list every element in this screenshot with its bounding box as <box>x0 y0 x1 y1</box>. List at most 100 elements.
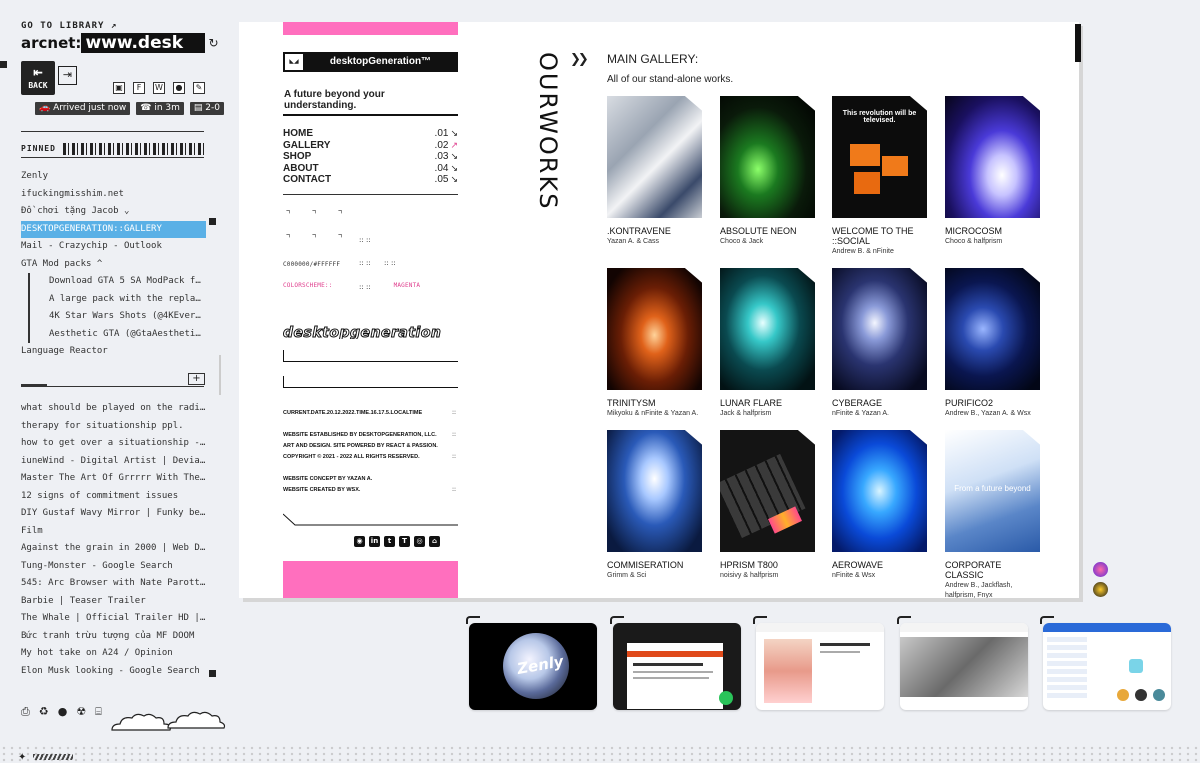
pinned-item-active[interactable]: DESKTOPGENERATION::GALLERY <box>21 220 206 238</box>
site-brand[interactable]: ◣◢ desktopGeneration™ <box>283 52 458 72</box>
forward-button[interactable]: ⇥ <box>58 66 77 85</box>
pinned-item[interactable]: Zenly <box>21 168 206 186</box>
pinned-subitem[interactable]: Aesthetic GTA (@GtaAesthetic) / Twi... <box>28 325 206 343</box>
gallery-card[interactable]: From a future beyond CORPORATE CLASSIC A… <box>945 430 1040 598</box>
menu-about[interactable]: ABOUT .04 ↘ <box>283 163 458 175</box>
recycle-icon[interactable]: ♻ <box>39 705 49 719</box>
pinned-item[interactable]: ifuckingmisshim.net <box>21 186 206 204</box>
card-author: Mikyoku & nFinite & Yazan A. <box>607 410 699 417</box>
gallery-card[interactable]: HPRISM T800 noisivy & halfprism <box>720 430 815 581</box>
tab-item[interactable]: therapy for situationship ppl. <box>21 418 206 436</box>
tab-item[interactable]: what should be played on the radio — eur… <box>21 400 206 418</box>
arrow-down-right-icon: ↘ <box>450 128 458 138</box>
store-icon[interactable]: ⌂ <box>429 536 440 547</box>
tab-item[interactable]: Against the grain in 2000 | Web Design .… <box>21 540 206 558</box>
sidebar: GO TO LIBRARY ↗ arcnet: www.desk ↻ ⇤ BAC… <box>0 0 232 763</box>
pinned-item[interactable]: Language Reactor <box>21 343 206 361</box>
pinned-folder[interactable]: Đồ chơi tặng Jacob ⌄ <box>21 203 206 221</box>
back-button[interactable]: ⇤ BACK <box>21 61 55 95</box>
preview-line <box>633 663 703 666</box>
gallery-card[interactable]: CYBERAGE nFinite & Yazan A. <box>832 268 927 419</box>
menu-contact[interactable]: CONTACT .05 ↘ <box>283 174 458 186</box>
tab-item[interactable]: Bức tranh trừu tượng của MF DOOM <box>21 628 206 646</box>
window-scrollbar[interactable] <box>1075 24 1081 62</box>
wikipedia-icon[interactable]: W <box>153 82 165 94</box>
gallery-card[interactable]: LUNAR FLARE Jack & halfprism <box>720 268 815 419</box>
orange-tv-block <box>854 172 880 194</box>
gallery-card[interactable]: PURIFICO2 Andrew B., Yazan A. & Wsx <box>945 268 1040 419</box>
menu-gallery[interactable]: GALLERY .02 ↗ <box>283 140 458 152</box>
image-icon[interactable]: ▣ <box>113 82 125 94</box>
tab-item[interactable]: DIY Gustaf Wavy Mirror | Funky bedroom..… <box>21 505 206 523</box>
preview-image <box>900 637 1028 697</box>
tab-item[interactable]: 545: Arc Browser with Nate Parott - Sho.… <box>21 575 206 593</box>
tab-preview-zenly[interactable]: Zenly <box>469 623 597 710</box>
scrollbar[interactable] <box>219 355 221 395</box>
user-avatar[interactable] <box>1093 562 1108 577</box>
pinned-subitem[interactable]: Download GTA 5 SA ModPack for GTA... <box>28 273 206 291</box>
gallery-card[interactable]: TRINITYSM Mikyoku & nFinite & Yazan A. <box>607 268 702 419</box>
linkedin-icon[interactable]: in <box>369 536 380 547</box>
card-title: TRINITYSM <box>607 398 656 408</box>
pinned-item[interactable]: Mail - Crazychip - Outlook <box>21 238 206 256</box>
tab-preview-gallery[interactable] <box>900 623 1028 710</box>
tab-item[interactable]: My hot take on A24 / Opinion <box>21 645 206 663</box>
pinned-folder[interactable]: GTA Mod packs ^ <box>21 256 206 274</box>
radiation-icon[interactable]: ☢ <box>76 705 86 719</box>
gallery-card[interactable]: ABSOLUTE NEON Choco & Jack <box>720 96 815 247</box>
url-bar[interactable]: arcnet: www.desk ↻ <box>21 32 219 54</box>
colorscheme-value[interactable]: MAGENTA <box>394 282 421 289</box>
tab-item[interactable]: The Whale | Official Trailer HD | A24 <box>21 610 206 628</box>
tab-item[interactable]: Elon Musk looking - Google Search <box>21 663 206 681</box>
creator-credit: WEBSITE CREATED BY WSX. <box>283 487 361 493</box>
user-avatar[interactable] <box>1093 582 1108 597</box>
menu-shop[interactable]: SHOP .03 ↘ <box>283 151 458 163</box>
go-to-library-link[interactable]: GO TO LIBRARY ↗ <box>21 21 117 31</box>
gallery-card[interactable]: MICROCOSM Choco & halfprism <box>945 96 1040 247</box>
reload-icon[interactable]: ↻ <box>208 36 218 50</box>
score-text: 2-0 <box>205 103 220 113</box>
card-author: noisivy & halfprism <box>720 572 779 579</box>
gallery-card[interactable]: COMMISERATION Grimm & Sci <box>607 430 702 581</box>
tab-item[interactable]: Tung-Monster - Google Search <box>21 558 206 576</box>
map-pin-icon[interactable]: ● <box>173 82 185 94</box>
tab-item[interactable]: how to get over a situationship - Google… <box>21 435 206 453</box>
card-title: WELCOME TO THE ::SOCIAL <box>832 226 914 246</box>
gallery-card[interactable]: This revolution will be televised. WELCO… <box>832 96 927 257</box>
instagram-icon[interactable]: ◎ <box>414 536 425 547</box>
pink-bar-bottom <box>283 561 458 598</box>
preview-topbar <box>756 623 884 632</box>
tab-item[interactable]: 12 signs of commitment issues <box>21 488 206 506</box>
tab-preview-pinterest[interactable] <box>756 623 884 710</box>
divider <box>21 386 204 387</box>
tab-item[interactable]: Film <box>21 523 206 541</box>
gallery-card[interactable]: AEROWAVE nFinite & Wsx <box>832 430 927 581</box>
discord-icon[interactable]: ◉ <box>354 536 365 547</box>
pinned-subitem[interactable]: A large pack with the replacement of... <box>28 290 206 308</box>
tab-item[interactable]: iuneWind - Digital Artist | DeviantArt <box>21 453 206 471</box>
tab-item[interactable]: Master The Art Of Grrrrr With These 10 T… <box>21 470 206 488</box>
tumblr-icon[interactable]: T <box>399 536 410 547</box>
tab-item[interactable]: Barbie | Teaser Trailer <box>21 593 206 611</box>
tab-preview-outlook[interactable] <box>1043 623 1171 710</box>
url-value[interactable]: www.desk <box>81 33 206 53</box>
gallery-card[interactable]: .KONTRAVENE Yazan A. & Cass <box>607 96 702 247</box>
artwork-thumbnail <box>945 96 1040 218</box>
new-tab-button[interactable]: + <box>188 373 205 385</box>
grid-dots: :: <box>452 453 457 460</box>
library-icon[interactable]: ⌸ <box>95 705 102 719</box>
site-menu: HOME .01 ↘ GALLERY .02 ↗ SHOP .03 ↘ ABOUT .04 ↘ … <box>283 128 458 186</box>
archive-icon[interactable]: ⎙ <box>21 705 30 719</box>
twitter-icon[interactable]: t <box>384 536 395 547</box>
preview-line <box>820 643 870 646</box>
card-author: Yazan A. & Cass <box>607 238 660 245</box>
menu-number: .03 <box>434 151 449 162</box>
circle-icon[interactable]: ● <box>58 705 68 719</box>
menu-home[interactable]: HOME .01 ↘ <box>283 128 458 140</box>
edit-icon[interactable]: ✎ <box>193 82 205 94</box>
artwork-thumbnail <box>720 430 815 552</box>
tab-preview-article[interactable] <box>613 623 741 710</box>
pinned-subitem[interactable]: 4K Star Wars Shots (@4KEverything... <box>28 308 206 326</box>
card-title: HPRISM T800 <box>720 560 778 570</box>
font-icon[interactable]: F <box>133 82 145 94</box>
